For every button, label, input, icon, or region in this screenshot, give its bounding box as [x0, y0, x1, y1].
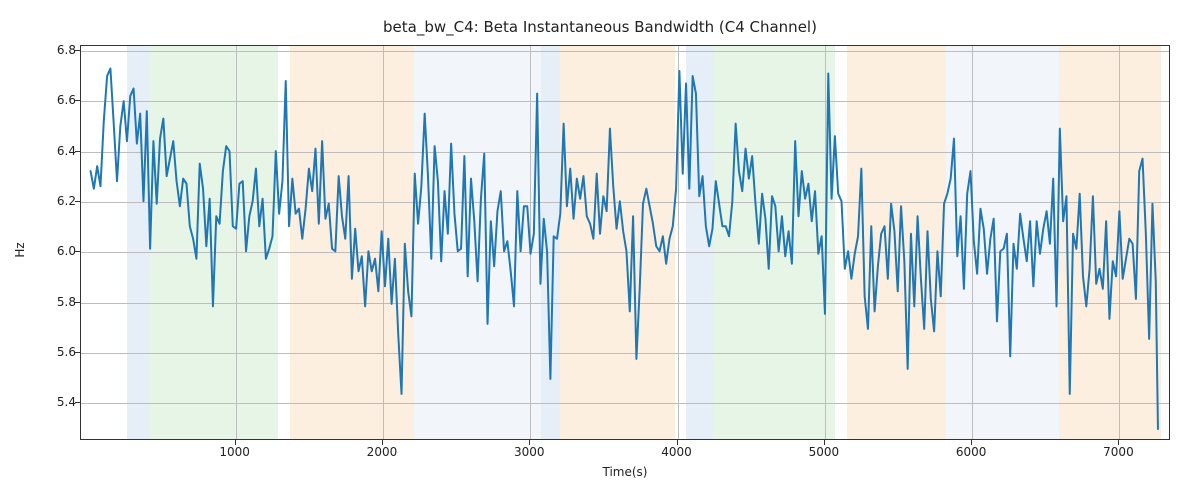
x-tick-mark [382, 440, 383, 445]
plot-area [80, 45, 1170, 440]
chart-title: beta_bw_C4: Beta Instantaneous Bandwidth… [0, 18, 1200, 36]
y-tick-mark [75, 100, 80, 101]
y-tick-label: 5.4 [16, 395, 76, 409]
x-tick-mark [971, 440, 972, 445]
x-axis-label: Time(s) [80, 465, 1170, 479]
y-tick-mark [75, 50, 80, 51]
y-tick-label: 5.6 [16, 345, 76, 359]
line-series [81, 46, 1169, 439]
y-tick-mark [75, 402, 80, 403]
y-tick-label: 6.2 [16, 194, 76, 208]
x-tick-label: 6000 [956, 445, 987, 459]
y-tick-label: 6.0 [16, 244, 76, 258]
y-tick-label: 5.8 [16, 295, 76, 309]
y-tick-label: 6.6 [16, 93, 76, 107]
x-tick-label: 5000 [809, 445, 840, 459]
x-tick-label: 7000 [1103, 445, 1134, 459]
y-tick-mark [75, 151, 80, 152]
x-tick-mark [1118, 440, 1119, 445]
y-tick-mark [75, 201, 80, 202]
x-tick-label: 2000 [367, 445, 398, 459]
x-tick-mark [529, 440, 530, 445]
y-tick-label: 6.4 [16, 144, 76, 158]
x-tick-label: 1000 [219, 445, 250, 459]
x-tick-mark [824, 440, 825, 445]
y-tick-mark [75, 251, 80, 252]
x-tick-label: 4000 [661, 445, 692, 459]
x-tick-label: 3000 [514, 445, 545, 459]
x-tick-mark [677, 440, 678, 445]
y-tick-mark [75, 352, 80, 353]
y-tick-label: 6.8 [16, 43, 76, 57]
y-tick-mark [75, 302, 80, 303]
bandwidth-line [91, 69, 1158, 429]
figure: beta_bw_C4: Beta Instantaneous Bandwidth… [0, 0, 1200, 500]
x-tick-mark [235, 440, 236, 445]
